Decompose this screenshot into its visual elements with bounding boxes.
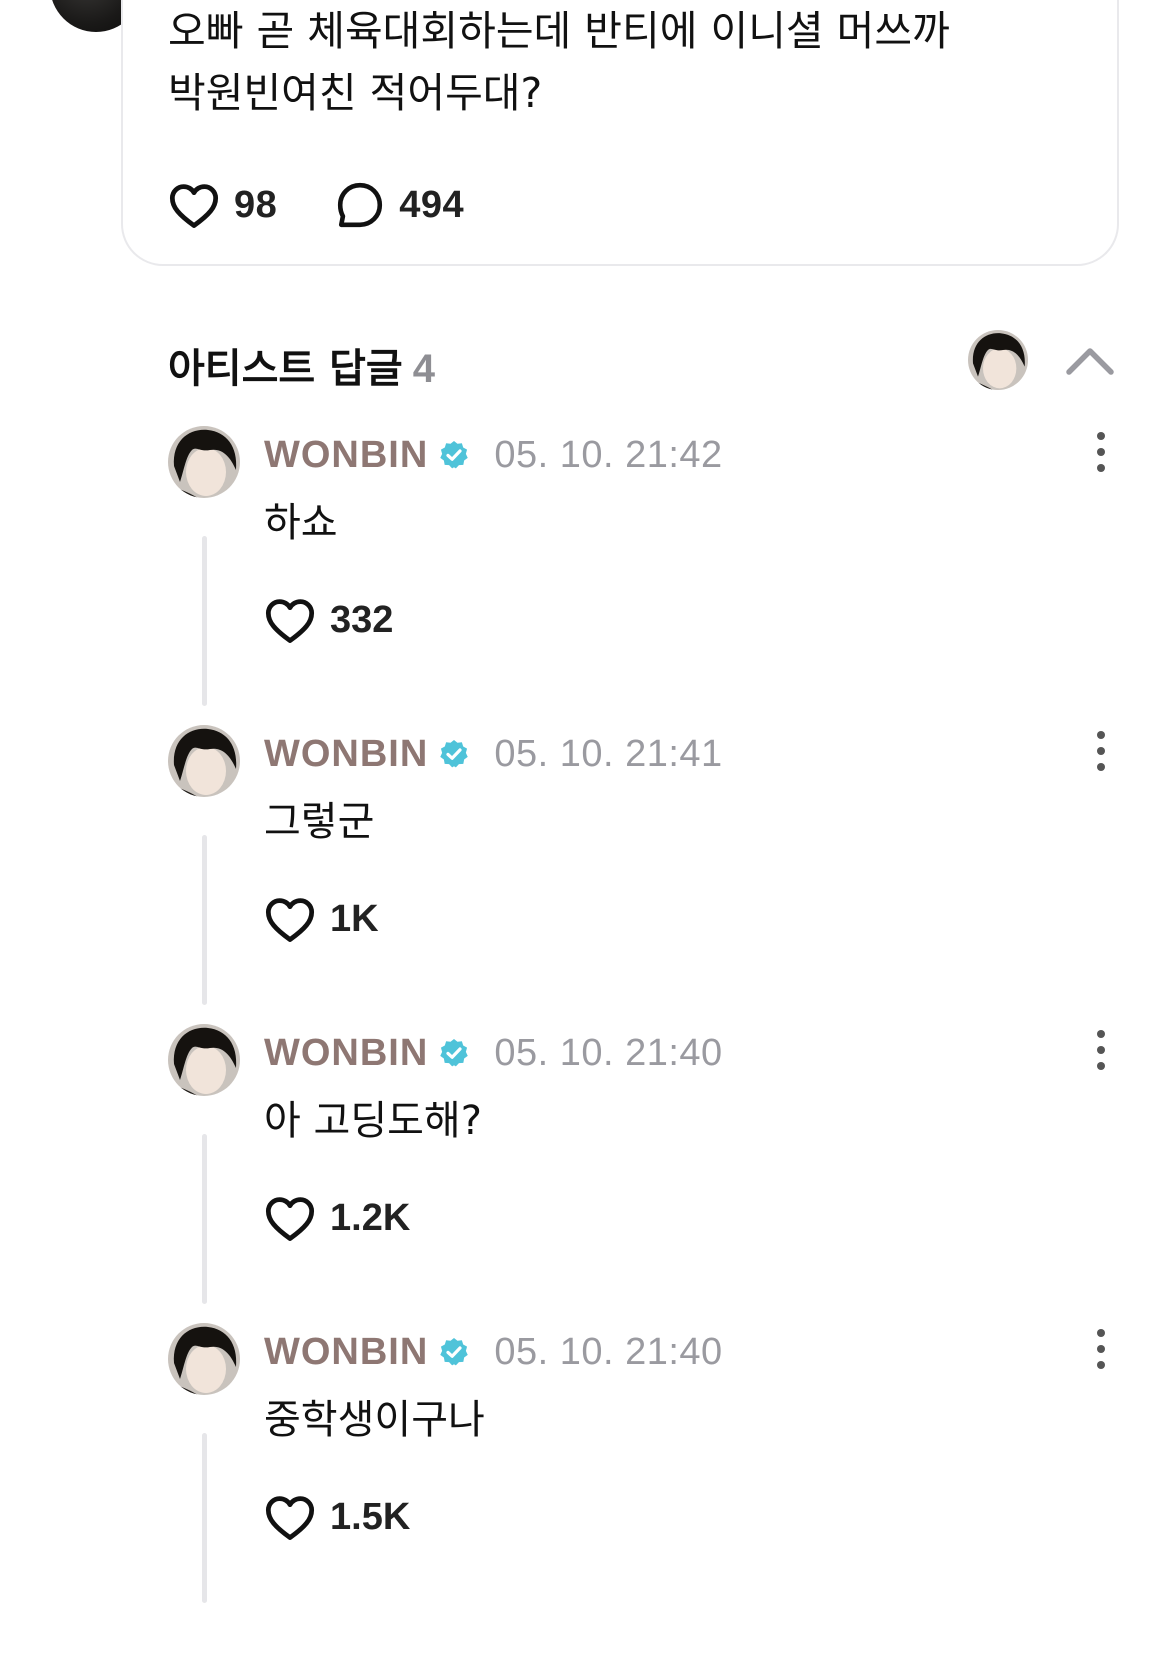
- thread-line: [202, 835, 207, 1005]
- more-vertical-icon[interactable]: [1093, 1327, 1109, 1371]
- verified-badge-icon: [440, 1338, 469, 1366]
- comment-bubble-icon: [338, 182, 383, 228]
- more-vertical-icon[interactable]: [1093, 729, 1109, 773]
- reply-author-name[interactable]: WONBIN: [264, 1331, 428, 1374]
- avatar-image: [168, 725, 240, 797]
- chevron-up-icon[interactable]: [1063, 340, 1117, 380]
- thread-line: [202, 1134, 207, 1304]
- verified-badge-icon: [440, 441, 469, 469]
- heart-icon: [265, 898, 315, 942]
- heart-icon: [169, 184, 219, 228]
- reply-text: 그렇군: [264, 799, 375, 845]
- more-vertical-icon[interactable]: [1093, 430, 1109, 474]
- reply-text: 중학생이구나: [264, 1397, 485, 1443]
- reply-timestamp: 05. 10. 21:40: [494, 1031, 723, 1074]
- reply-like-button[interactable]: 1K: [264, 891, 379, 947]
- artist-avatar[interactable]: [968, 330, 1028, 390]
- verified-badge-icon: [440, 740, 469, 768]
- post-comment-count: 494: [399, 183, 465, 226]
- reply-timestamp: 05. 10. 21:42: [494, 433, 723, 476]
- reply-like-count: 1K: [330, 897, 379, 940]
- reply-author-avatar[interactable]: [168, 1024, 240, 1096]
- reply-item: WONBIN 05. 10. 21:42 하쇼 332: [168, 426, 1118, 726]
- reply-meta: WONBIN 05. 10. 21:41: [264, 731, 723, 777]
- reply-text: 하쇼: [264, 500, 338, 546]
- comment-button[interactable]: 494: [335, 180, 464, 230]
- artist-replies-header: 아티스트 답글 4: [168, 330, 1118, 400]
- reply-author-name[interactable]: WONBIN: [264, 733, 428, 776]
- reply-author-avatar[interactable]: [168, 1323, 240, 1395]
- artist-reply-thread-page: 오빠 곧 체육대회하는데 반티에 이니셜 머쓰까 박원빈여친 적어두대? 98 …: [0, 0, 1170, 1662]
- post-body: 오빠 곧 체육대회하는데 반티에 이니셜 머쓰까 박원빈여친 적어두대?: [168, 7, 950, 117]
- reply-timestamp: 05. 10. 21:40: [494, 1330, 723, 1373]
- reply-like-button[interactable]: 1.5K: [264, 1489, 410, 1545]
- reply-author-avatar[interactable]: [168, 426, 240, 498]
- reply-like-count: 1.2K: [330, 1196, 411, 1239]
- reply-meta: WONBIN 05. 10. 21:42: [264, 432, 723, 478]
- verified-badge-icon: [440, 1039, 469, 1067]
- replies-count: 4: [412, 347, 435, 391]
- thread-line: [202, 536, 207, 706]
- reply-item: WONBIN 05. 10. 21:41 그렇군 1K: [168, 725, 1118, 1025]
- like-button[interactable]: 98: [168, 181, 277, 229]
- reply-item: WONBIN 05. 10. 21:40 중학생이구나 1.5K: [168, 1323, 1118, 1623]
- reply-like-count: 1.5K: [330, 1495, 411, 1538]
- reply-like-button[interactable]: 332: [264, 592, 393, 648]
- reply-meta: WONBIN 05. 10. 21:40: [264, 1329, 723, 1375]
- artist-avatar-image: [968, 330, 1028, 390]
- replies-title-label: 아티스트 답글: [168, 346, 403, 392]
- reply-text: 아 고딩도해?: [264, 1098, 482, 1144]
- reply-author-name[interactable]: WONBIN: [264, 1032, 428, 1075]
- reply-like-button[interactable]: 1.2K: [264, 1190, 410, 1246]
- heart-icon: [265, 1496, 315, 1540]
- reply-timestamp: 05. 10. 21:41: [494, 732, 723, 775]
- heart-icon: [265, 1197, 315, 1241]
- avatar-image: [168, 426, 240, 498]
- artist-replies-title: 아티스트 답글 4: [168, 336, 435, 394]
- heart-icon: [265, 599, 315, 643]
- avatar-image: [168, 1024, 240, 1096]
- thread-line: [202, 1433, 207, 1603]
- reply-author-name[interactable]: WONBIN: [264, 434, 428, 477]
- avatar-image: [168, 1323, 240, 1395]
- reply-author-avatar[interactable]: [168, 725, 240, 797]
- more-vertical-icon[interactable]: [1093, 1028, 1109, 1072]
- reply-meta: WONBIN 05. 10. 21:40: [264, 1030, 723, 1076]
- post-like-count: 98: [234, 183, 278, 226]
- reply-item: WONBIN 05. 10. 21:40 아 고딩도해? 1.2K: [168, 1024, 1118, 1324]
- reply-like-count: 332: [330, 598, 394, 641]
- post-actions: 98 494: [168, 175, 522, 235]
